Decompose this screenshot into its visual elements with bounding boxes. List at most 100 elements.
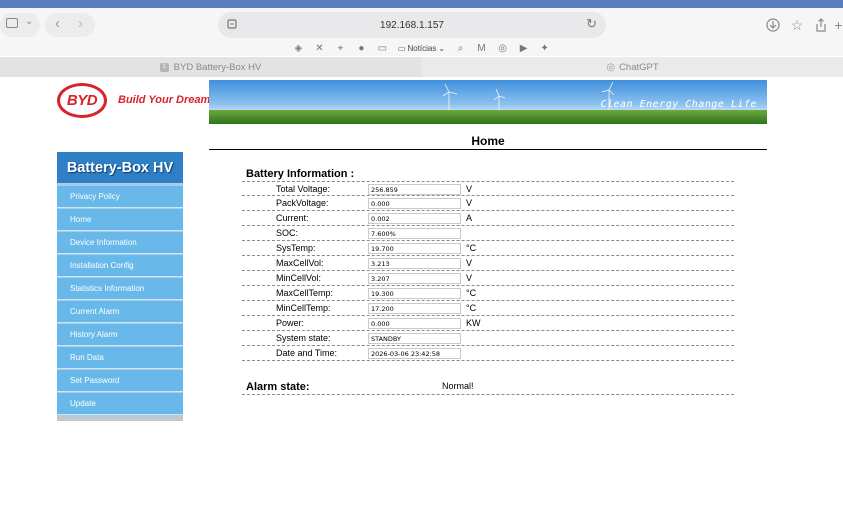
row-label: Power:	[276, 318, 305, 328]
download-icon[interactable]	[764, 14, 782, 36]
banner-grass	[209, 110, 767, 124]
row-unit: A	[466, 213, 473, 223]
sidebar-item-home[interactable]: Home	[57, 209, 183, 231]
row-label: Date and Time:	[276, 348, 338, 358]
tab-bar: 1 BYD Battery-Box HV ◎ ChatGPT	[0, 57, 843, 77]
favorites-news-folder[interactable]: ▭ Notícias ⌄	[398, 44, 445, 53]
sidebar-item-statistics-information[interactable]: Statistics Information	[57, 278, 183, 300]
row-value: 17.200	[368, 303, 461, 314]
sidebar: Battery-Box HV Privacy Policy Home Devic…	[57, 152, 183, 421]
chevron-down-icon[interactable]: ⌄	[25, 16, 33, 27]
row-label: PackVoltage:	[276, 198, 329, 208]
favorite-gmail-icon[interactable]: M	[476, 43, 487, 54]
sidebar-item-current-alarm[interactable]: Current Alarm	[57, 301, 183, 323]
row-value: 7.600%	[368, 228, 461, 239]
history-nav-group: ‹ ›	[45, 13, 95, 37]
battery-row-min-cell-temp: MinCellTemp: 17.200 °C	[242, 301, 734, 316]
row-unit: °C	[466, 303, 477, 313]
favorite-shield-icon[interactable]: ◈	[293, 43, 304, 54]
row-unit: V	[466, 273, 473, 283]
battery-row-system-state: System state: STANDBY	[242, 331, 734, 346]
favorite-openai-icon[interactable]: ◎	[497, 43, 508, 54]
row-value: 256.859	[368, 184, 461, 195]
favorite-search-icon[interactable]: ⌕	[455, 43, 466, 54]
row-label: MaxCellTemp:	[276, 288, 334, 298]
row-value: 3.213	[368, 258, 461, 269]
alarm-state-label: Alarm state:	[246, 381, 310, 393]
battery-row-pack-voltage: PackVoltage: 0.000 V	[242, 196, 734, 211]
browser-toolbar: ⌄ ‹ › 192.168.1.157 ↻ ☆ +	[0, 8, 843, 40]
sidebar-icon[interactable]	[6, 18, 18, 28]
address-bar[interactable]: 192.168.1.157 ↻	[218, 12, 606, 38]
favorite-play-icon[interactable]: ▶	[518, 43, 529, 54]
byd-logo: BYD	[57, 83, 107, 118]
row-label: SysTemp:	[276, 243, 316, 253]
battery-row-date-time: Date and Time: 2026-03-06 23:42:58	[242, 346, 734, 361]
row-label: MaxCellVol:	[276, 258, 324, 268]
row-unit: °C	[466, 243, 477, 253]
favorite-apple-icon[interactable]: ●	[356, 43, 367, 54]
row-value: 3.207	[368, 273, 461, 284]
row-value: 0.000	[368, 198, 461, 209]
favorite-youtube-icon[interactable]: ▭	[377, 43, 388, 54]
sidebar-toggle-group[interactable]: ⌄	[0, 13, 40, 37]
row-value: STANDBY	[368, 333, 461, 344]
battery-row-min-cell-vol: MinCellVol: 3.207 V	[242, 271, 734, 286]
battery-row-systemp: SysTemp: 19.700 °C	[242, 241, 734, 256]
header-banner: Clean Energy Change Life	[209, 80, 767, 124]
row-label: Total Voltage:	[276, 184, 331, 194]
favorite-x-icon[interactable]: ✕	[314, 43, 325, 54]
reload-icon[interactable]: ↻	[586, 16, 597, 32]
page-title: Home	[471, 134, 505, 148]
alarm-state-value: Normal!	[442, 381, 474, 391]
row-unit: V	[466, 198, 473, 208]
sidebar-item-history-alarm[interactable]: History Alarm	[57, 324, 183, 346]
sidebar-footer	[57, 417, 183, 421]
row-value: 19.300	[368, 288, 461, 299]
page-settings-icon[interactable]	[226, 18, 238, 30]
new-tab-icon[interactable]: +	[834, 14, 843, 36]
row-value: 0.002	[368, 213, 461, 224]
sidebar-item-installation-config[interactable]: Installation Config	[57, 255, 183, 277]
slogan: Build Your Dreams	[118, 94, 217, 106]
sidebar-item-update[interactable]: Update	[57, 393, 183, 415]
battery-row-max-cell-vol: MaxCellVol: 3.213 V	[242, 256, 734, 271]
sidebar-header: Battery-Box HV	[57, 152, 183, 183]
folder-icon: ▭	[397, 43, 406, 53]
row-label: SOC:	[276, 228, 299, 238]
back-icon[interactable]: ‹	[55, 15, 60, 32]
tab-favicon: 1	[159, 62, 169, 72]
battery-row-max-cell-temp: MaxCellTemp: 19.300 °C	[242, 286, 734, 301]
favorite-sparkle-icon[interactable]: ✦	[539, 43, 550, 54]
row-unit: V	[466, 184, 473, 194]
row-value: 2026-03-06 23:42:58	[368, 348, 461, 359]
battery-row-total-voltage: Total Voltage: 256.859 V	[242, 181, 734, 196]
sidebar-item-set-password[interactable]: Set Password	[57, 370, 183, 392]
banner-slogan: Clean Energy Change Life	[600, 99, 757, 110]
row-label: MinCellVol:	[276, 273, 322, 283]
address-text: 192.168.1.157	[380, 19, 444, 31]
title-divider	[209, 149, 767, 150]
chevron-down-icon: ⌄	[438, 43, 446, 53]
battery-row-soc: SOC: 7.600%	[242, 226, 734, 241]
favorites-bar: ◈ ✕ ⌖ ● ▭ ▭ Notícias ⌄ ⌕ M ◎ ▶ ✦	[0, 40, 843, 56]
row-label: MinCellTemp:	[276, 303, 331, 313]
row-label: Current:	[276, 213, 309, 223]
row-unit: °C	[466, 288, 477, 298]
alarm-divider	[242, 394, 734, 395]
tab-chatgpt[interactable]: ◎ ChatGPT	[422, 57, 843, 77]
sidebar-item-device-information[interactable]: Device Information	[57, 232, 183, 254]
window-top-strip	[0, 0, 843, 8]
favorite-map-pin-icon[interactable]: ⌖	[335, 43, 346, 54]
bookmark-star-icon[interactable]: ☆	[788, 14, 806, 36]
row-unit: V	[466, 258, 473, 268]
sidebar-item-privacy-policy[interactable]: Privacy Policy	[57, 186, 183, 208]
row-value: 0.000	[368, 318, 461, 329]
row-value: 19.700	[368, 243, 461, 254]
battery-info-heading: Battery Information :	[246, 168, 355, 180]
sidebar-item-run-data[interactable]: Run Data	[57, 347, 183, 369]
tab-byd-battery-box[interactable]: 1 BYD Battery-Box HV	[0, 57, 421, 77]
share-icon[interactable]	[812, 14, 830, 36]
forward-icon[interactable]: ›	[78, 15, 83, 32]
battery-row-current: Current: 0.002 A	[242, 211, 734, 226]
